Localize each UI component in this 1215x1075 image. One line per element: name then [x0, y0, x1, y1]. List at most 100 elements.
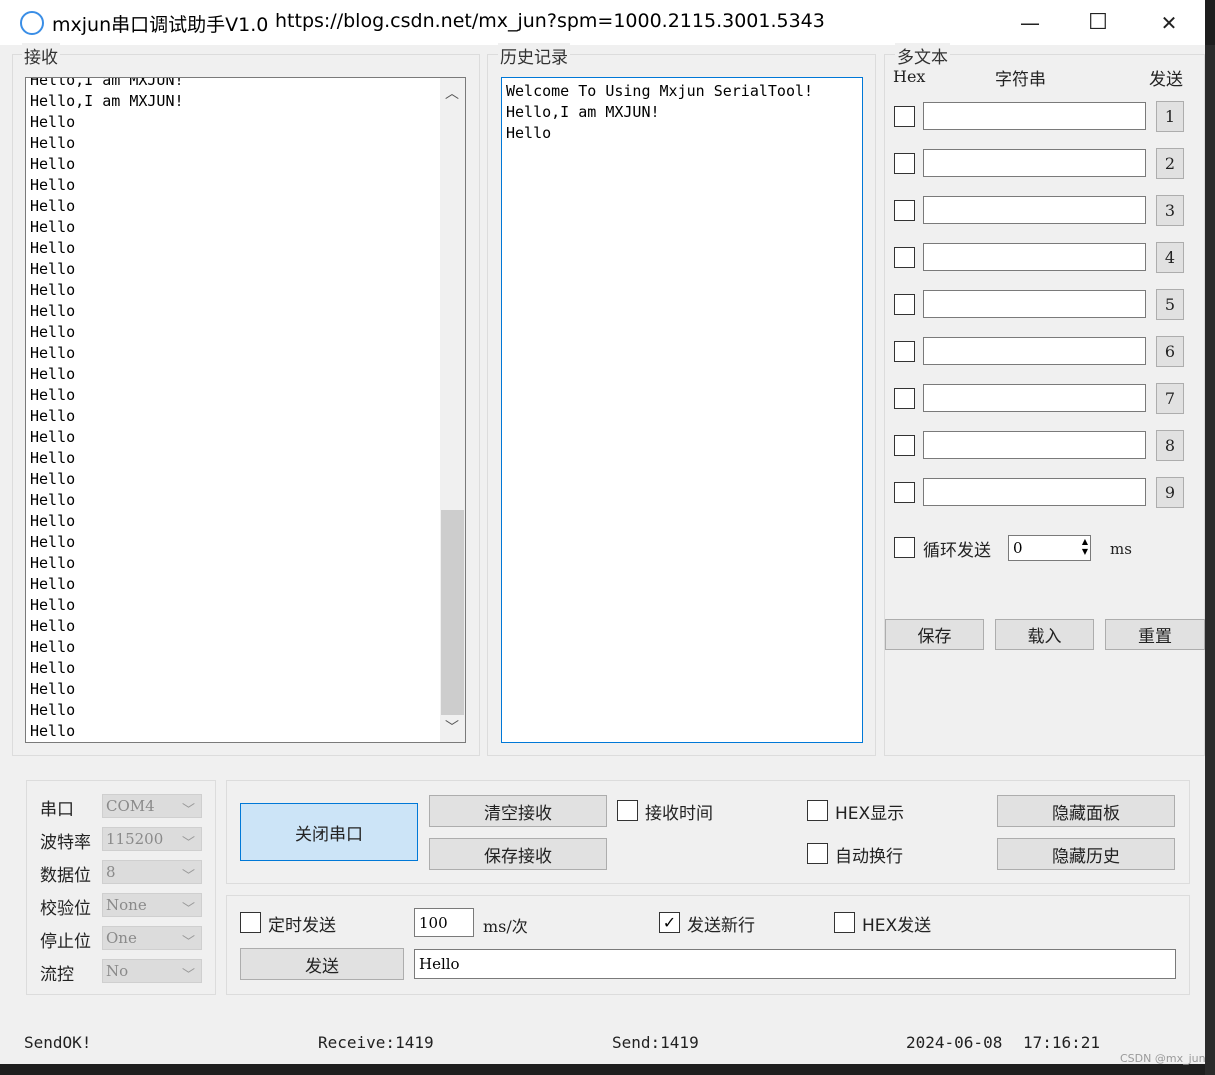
chevron-down-icon: ﹀	[181, 869, 195, 884]
auto-wrap-checkbox[interactable]	[807, 843, 828, 864]
loop-interval-spinbox[interactable]: 0 ▲ ▼	[1008, 535, 1091, 561]
hide-history-button[interactable]: 隐藏历史	[997, 838, 1175, 870]
loop-interval-value: 0	[1013, 539, 1023, 557]
flow-control-select[interactable]: No ﹀	[102, 959, 202, 983]
multi-hex-checkbox[interactable]	[894, 388, 915, 409]
baud-value: 115200	[106, 830, 164, 848]
receive-line: Hello,I am MXJUN!	[30, 77, 184, 89]
multi-string-input[interactable]	[923, 290, 1146, 318]
port-value: COM4	[106, 797, 155, 815]
send-newline-label: 发送新行	[687, 916, 755, 936]
timed-send-label: 定时发送	[268, 916, 336, 936]
chevron-down-icon: ﹀	[181, 935, 195, 950]
multi-string-input[interactable]	[923, 243, 1146, 271]
history-textarea[interactable]: Welcome To Using Mxjun SerialTool! Hello…	[501, 77, 863, 743]
receive-line: Hello	[30, 197, 76, 215]
spin-arrows-icon[interactable]: ▲ ▼	[1082, 537, 1088, 557]
hex-display-checkbox[interactable]	[807, 800, 828, 821]
multi-string-input[interactable]	[923, 478, 1146, 506]
baud-select[interactable]: 115200 ﹀	[102, 827, 202, 851]
save-multi-button[interactable]: 保存	[885, 619, 984, 650]
receive-line: Hello	[30, 701, 76, 719]
data-bits-select[interactable]: 8 ﹀	[102, 860, 202, 884]
hex-display-label: HEX显示	[835, 804, 905, 824]
receive-line: Hello,I am MXJUN!	[30, 92, 184, 110]
multi-hex-checkbox[interactable]	[894, 482, 915, 503]
multi-hex-checkbox[interactable]	[894, 294, 915, 315]
multi-string-input[interactable]	[923, 384, 1146, 412]
send-button[interactable]: 发送	[240, 948, 404, 980]
app-icon	[20, 11, 44, 35]
multi-hex-checkbox[interactable]	[894, 435, 915, 456]
multi-hex-checkbox[interactable]	[894, 341, 915, 362]
receive-textarea[interactable]: Hello,I am MXJUN! Hello,I am MXJUN! Hello…	[25, 77, 466, 743]
load-multi-button[interactable]: 载入	[995, 619, 1094, 650]
status-time: 17:16:21	[1023, 1033, 1101, 1052]
multi-string-input[interactable]	[923, 196, 1146, 224]
scrollbar-thumb[interactable]	[441, 510, 464, 715]
status-date: 2024-06-08	[906, 1033, 1003, 1052]
close-button[interactable]: ✕	[1139, 0, 1199, 45]
scroll-up-icon[interactable]: ︿	[445, 84, 459, 105]
multi-send-button[interactable]: 8	[1156, 430, 1184, 461]
receive-time-checkbox[interactable]	[617, 800, 638, 821]
multi-hex-checkbox[interactable]	[894, 247, 915, 268]
hex-column-header: Hex	[893, 67, 926, 86]
interval-input[interactable]: 100	[414, 908, 474, 937]
multi-hex-checkbox[interactable]	[894, 153, 915, 174]
multi-send-button[interactable]: 5	[1156, 289, 1184, 320]
stop-bits-select[interactable]: One ﹀	[102, 926, 202, 950]
multi-send-button[interactable]: 7	[1156, 383, 1184, 414]
port-select[interactable]: COM4 ﹀	[102, 794, 202, 818]
multi-send-button[interactable]: 2	[1156, 148, 1184, 179]
chevron-down-icon: ﹀	[181, 902, 195, 917]
watermark: CSDN @mx_jun	[1120, 1052, 1206, 1065]
hide-panel-button[interactable]: 隐藏面板	[997, 795, 1175, 827]
multi-string-input[interactable]	[923, 431, 1146, 459]
receive-line: Hello	[30, 722, 76, 740]
receive-scrollbar[interactable]: ︿ ﹀	[440, 78, 465, 742]
receive-line: Hello	[30, 512, 76, 530]
flow-control-value: No	[106, 962, 129, 980]
scroll-down-icon[interactable]: ﹀	[445, 718, 459, 739]
multi-text-label: 多文本	[895, 43, 950, 68]
multi-hex-checkbox[interactable]	[894, 106, 915, 127]
receive-line: Hello	[30, 680, 76, 698]
parity-select[interactable]: None ﹀	[102, 893, 202, 917]
status-receive-count: Receive:1419	[318, 1033, 434, 1052]
receive-line: Hello	[30, 407, 76, 425]
window-url: https://blog.csdn.net/mx_jun?spm=1000.21…	[275, 10, 825, 32]
clear-receive-button[interactable]: 清空接收	[429, 795, 607, 827]
multi-send-button[interactable]: 1	[1156, 101, 1184, 132]
data-bits-label: 数据位	[40, 866, 91, 886]
hex-send-checkbox[interactable]	[834, 912, 855, 933]
timed-send-checkbox[interactable]	[240, 912, 261, 933]
receive-line: Hello	[30, 113, 76, 131]
multi-send-button[interactable]: 3	[1156, 195, 1184, 226]
multi-string-input[interactable]	[923, 102, 1146, 130]
receive-line: Hello	[30, 365, 76, 383]
save-receive-button[interactable]: 保存接收	[429, 838, 607, 870]
multi-send-button[interactable]: 9	[1156, 477, 1184, 508]
multi-string-input[interactable]	[923, 149, 1146, 177]
loop-send-checkbox[interactable]	[894, 537, 915, 558]
close-port-button[interactable]: 关闭串口	[240, 803, 418, 861]
multi-send-button[interactable]: 6	[1156, 336, 1184, 367]
receive-line: Hello	[30, 659, 76, 677]
parity-label: 校验位	[40, 899, 91, 919]
title-bar: mxjun串口调试助手V1.0 https://blog.csdn.net/mx…	[0, 0, 1205, 45]
send-newline-checkbox[interactable]: ✓	[659, 912, 680, 933]
multi-send-button[interactable]: 4	[1156, 242, 1184, 273]
multi-string-input[interactable]	[923, 337, 1146, 365]
receive-line: Hello	[30, 323, 76, 341]
port-label: 串口	[40, 800, 74, 820]
loop-unit: ms	[1110, 540, 1132, 558]
receive-line: Hello	[30, 617, 76, 635]
maximize-button[interactable]: ☐	[1068, 0, 1128, 45]
multi-hex-checkbox[interactable]	[894, 200, 915, 221]
minimize-button[interactable]: —	[1000, 0, 1060, 45]
send-text-input[interactable]: Hello	[414, 949, 1176, 979]
main-window: mxjun串口调试助手V1.0 https://blog.csdn.net/mx…	[0, 0, 1206, 1065]
reset-multi-button[interactable]: 重置	[1105, 619, 1205, 650]
stop-bits-value: One	[106, 929, 137, 947]
